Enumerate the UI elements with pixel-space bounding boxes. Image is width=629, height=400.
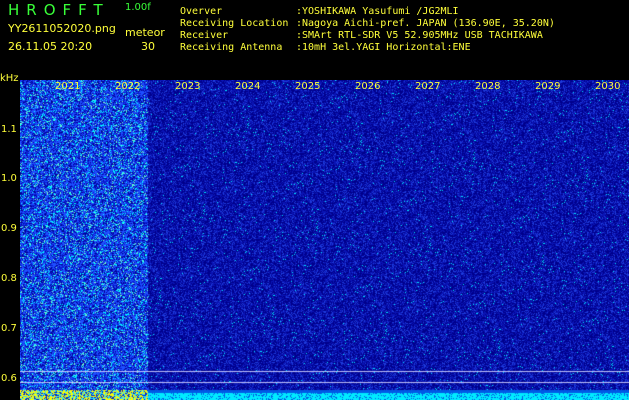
- meteor-count: 30: [141, 40, 155, 53]
- y-tick: 1.0: [1, 173, 17, 184]
- app-title: HROFFT: [8, 1, 110, 19]
- version-label: 1.00f: [125, 2, 151, 13]
- x-tick: 2026: [355, 81, 381, 92]
- x-tick: 2022: [115, 81, 141, 92]
- info-value: :SMArt RTL-SDR V5 52.905MHz USB TACHIKAW…: [296, 30, 543, 41]
- info-row-observer: Overver :YOSHIKAWA Yasufumi /JG2MLI: [180, 7, 459, 17]
- x-tick: 2030: [595, 81, 621, 92]
- x-tick: 2028: [475, 81, 501, 92]
- filename-label: YY2611052020.png: [8, 22, 116, 35]
- spectrogram-canvas: [20, 80, 629, 400]
- y-unit-label: kHz: [0, 73, 19, 84]
- info-row-receiver: Receiver :SMArt RTL-SDR V5 52.905MHz USB …: [180, 31, 543, 41]
- info-label: Receiving Location: [180, 18, 289, 29]
- x-tick: 2029: [535, 81, 561, 92]
- x-tick: 2027: [415, 81, 441, 92]
- info-label: Overver: [180, 6, 223, 17]
- x-tick: 2021: [55, 81, 81, 92]
- x-tick: 2024: [235, 81, 261, 92]
- y-tick: 0.6: [1, 373, 17, 384]
- y-tick: 0.7: [1, 323, 17, 334]
- info-value: :Nagoya Aichi-pref. JAPAN (136.90E, 35.2…: [296, 18, 555, 29]
- hrofft-window: HROFFT 1.00f YY2611052020.png meteor 26.…: [0, 0, 629, 400]
- meteor-label: meteor: [125, 26, 165, 39]
- y-tick: 0.9: [1, 223, 17, 234]
- timestamp-label: 26.11.05 20:20: [8, 40, 93, 53]
- x-tick: 2023: [175, 81, 201, 92]
- y-tick: 1.1: [1, 124, 17, 135]
- info-value: :YOSHIKAWA Yasufumi /JG2MLI: [296, 6, 459, 17]
- x-tick: 2025: [295, 81, 321, 92]
- info-label: Receiver: [180, 30, 229, 41]
- info-value: :10mH 3el.YAGI Horizontal:ENE: [296, 42, 471, 53]
- info-row-location: Receiving Location :Nagoya Aichi-pref. JA…: [180, 19, 555, 29]
- info-label: Receiving Antenna: [180, 42, 283, 53]
- y-tick: 0.8: [1, 273, 17, 284]
- info-row-antenna: Receiving Antenna :10mH 3el.YAGI Horizont…: [180, 43, 471, 53]
